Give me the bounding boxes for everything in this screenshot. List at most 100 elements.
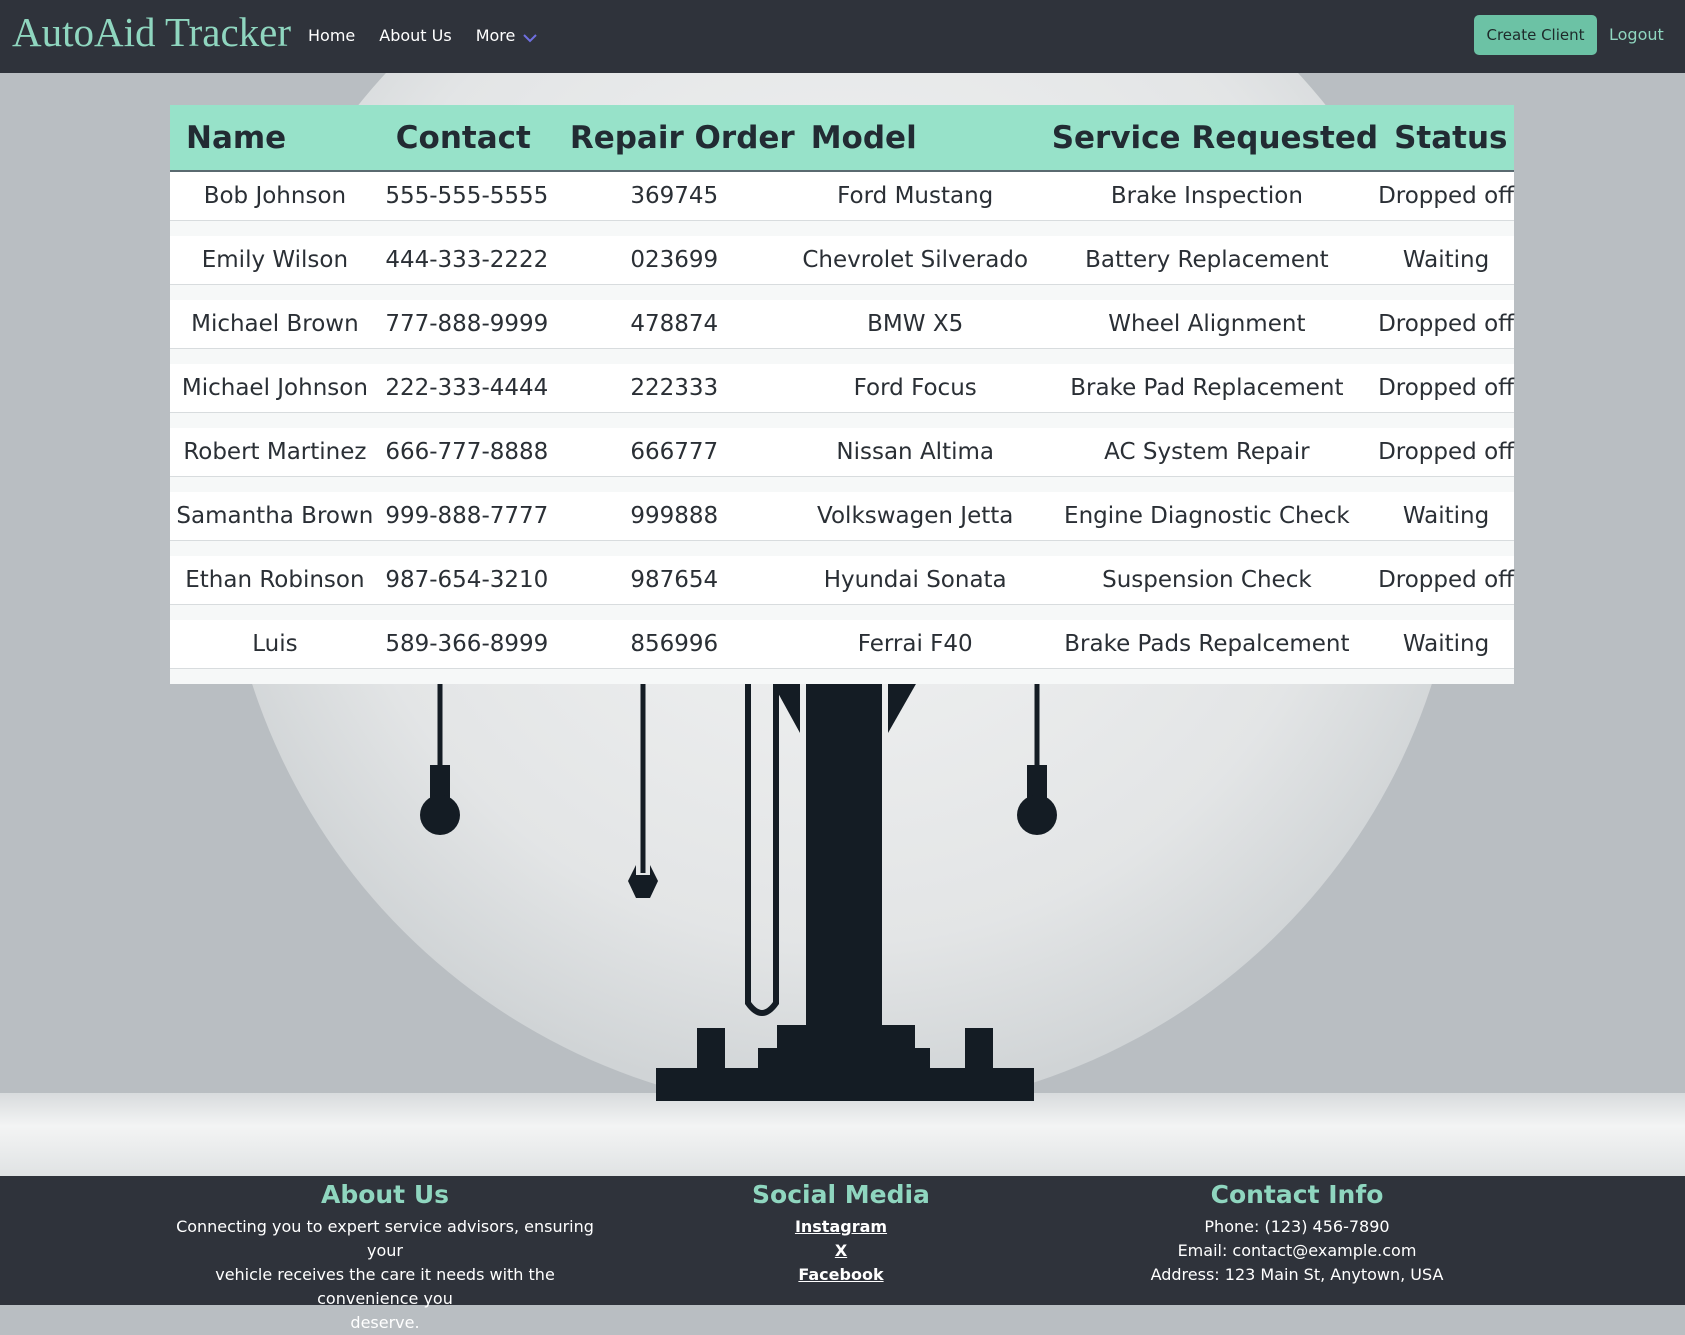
- footer: About Us Connecting you to expert servic…: [0, 1176, 1685, 1332]
- cell-model: Nissan Altima: [794, 428, 1036, 477]
- cell-model: Volkswagen Jetta: [794, 492, 1036, 541]
- row-spacer: [170, 604, 1514, 620]
- clients-table: Name Contact Repair Order Model Service …: [170, 105, 1514, 684]
- nav-links: Home About Us More: [308, 24, 561, 47]
- facebook-link[interactable]: Facebook: [700, 1263, 982, 1287]
- cell-service-requested: Brake Inspection: [1035, 171, 1379, 221]
- col-header-name: Name: [170, 105, 380, 172]
- cell-service-requested: Wheel Alignment: [1035, 300, 1379, 349]
- cell-repair-order: 987654: [553, 556, 795, 605]
- row-spacer: [170, 412, 1514, 428]
- cell-contact: 777-888-9999: [379, 300, 554, 349]
- table-row: Bob Johnson 555-555-5555 369745 Ford Mustan…: [170, 171, 1514, 221]
- cell-name: Emily Wilson: [170, 236, 380, 285]
- row-spacer: [170, 668, 1514, 684]
- contact-phone: Phone: (123) 456-7890: [1204, 1217, 1390, 1236]
- col-header-contact: Contact: [379, 105, 554, 172]
- row-spacer-cell: [170, 220, 1514, 236]
- cell-repair-order: 369745: [553, 171, 795, 221]
- cell-status: Dropped off: [1378, 300, 1514, 349]
- footer-about-text-line: deserve.: [350, 1313, 420, 1332]
- cell-name: Michael Johnson: [170, 364, 380, 413]
- footer-about-section: About Us Connecting you to expert servic…: [170, 1176, 600, 1335]
- row-spacer: [170, 348, 1514, 364]
- cell-name: Bob Johnson: [170, 171, 380, 221]
- row-spacer: [170, 540, 1514, 556]
- cell-contact: 589-366-8999: [379, 620, 554, 669]
- nav-more-dropdown[interactable]: More: [476, 24, 538, 47]
- row-spacer-cell: [170, 348, 1514, 364]
- cell-service-requested: Brake Pad Replacement: [1035, 364, 1379, 413]
- cell-model: Ferrai F40: [794, 620, 1036, 669]
- table-row: Emily Wilson 444-333-2222 023699 Chevrolet …: [170, 236, 1514, 285]
- row-spacer-cell: [170, 412, 1514, 428]
- cell-name: Ethan Robinson: [170, 556, 380, 605]
- instagram-link[interactable]: Instagram: [700, 1215, 982, 1239]
- col-header-repair-order: Repair Order: [553, 105, 795, 172]
- cell-service-requested: Battery Replacement: [1035, 236, 1379, 285]
- cell-name: Luis: [170, 620, 380, 669]
- clients-table-container: Name Contact Repair Order Model Service …: [170, 105, 1514, 684]
- footer-social-section: Social Media Instagram X Facebook: [700, 1176, 982, 1287]
- cell-repair-order: 856996: [553, 620, 795, 669]
- row-spacer-cell: [170, 604, 1514, 620]
- cell-service-requested: Brake Pads Repalcement: [1035, 620, 1379, 669]
- row-spacer: [170, 476, 1514, 492]
- cell-contact: 222-333-4444: [379, 364, 554, 413]
- cell-contact: 555-555-5555: [379, 171, 554, 221]
- row-spacer: [170, 220, 1514, 236]
- nav-more-label: More: [475, 26, 516, 45]
- contact-email: Email: contact@example.com: [1177, 1241, 1417, 1260]
- table-row: Luis 589-366-8999 856996 Ferrai F40 Brake Pa…: [170, 620, 1514, 669]
- cell-model: Hyundai Sonata: [794, 556, 1036, 605]
- cell-model: Ford Mustang: [794, 171, 1036, 221]
- table-header-row: Name Contact Repair Order Model Service …: [170, 105, 1514, 172]
- cell-name: Robert Martinez: [170, 428, 380, 477]
- table-row: Michael Brown 777-888-9999 478874 BMW X5 Whe…: [170, 300, 1514, 349]
- cell-repair-order: 478874: [553, 300, 795, 349]
- contact-address: Address: 123 Main St, Anytown, USA: [1150, 1265, 1444, 1284]
- cell-contact: 444-333-2222: [379, 236, 554, 285]
- cell-model: Chevrolet Silverado: [794, 236, 1036, 285]
- table-row: Robert Martinez 666-777-8888 666777 Nissan …: [170, 428, 1514, 477]
- nav-about-link[interactable]: About Us: [379, 24, 451, 47]
- cell-service-requested: Suspension Check: [1035, 556, 1379, 605]
- row-spacer: [170, 284, 1514, 300]
- table-row: Samantha Brown 999-888-7777 999888 Volkswag…: [170, 492, 1514, 541]
- logout-link[interactable]: Logout: [1609, 25, 1664, 44]
- navbar: AutoAid Tracker Home About Us More Creat…: [0, 0, 1685, 73]
- cell-status: Waiting: [1378, 620, 1514, 669]
- cell-model: BMW X5: [794, 300, 1036, 349]
- footer-about-text-line: Connecting you to expert service advisor…: [176, 1217, 594, 1260]
- chevron-down-icon: [523, 28, 538, 47]
- cell-model: Ford Focus: [794, 364, 1036, 413]
- cell-service-requested: AC System Repair: [1035, 428, 1379, 477]
- create-client-button[interactable]: Create Client: [1474, 15, 1597, 55]
- cell-status: Dropped off: [1378, 428, 1514, 477]
- cell-repair-order: 222333: [553, 364, 795, 413]
- footer-contact-title: Contact Info: [1210, 1180, 1384, 1209]
- cell-status: Dropped off: [1378, 171, 1514, 221]
- table-row: Michael Johnson 222-333-4444 222333 Ford Fo…: [170, 364, 1514, 413]
- x-link[interactable]: X: [700, 1239, 982, 1263]
- brand-logo[interactable]: AutoAid Tracker: [12, 8, 291, 56]
- row-spacer-cell: [170, 476, 1514, 492]
- table-row: Ethan Robinson 987-654-3210 987654 Hyundai …: [170, 556, 1514, 605]
- cell-contact: 666-777-8888: [379, 428, 554, 477]
- row-spacer-cell: [170, 540, 1514, 556]
- nav-home-link[interactable]: Home: [308, 24, 355, 47]
- footer-about-text-line: vehicle receives the care it needs with …: [215, 1265, 555, 1308]
- cell-service-requested: Engine Diagnostic Check: [1035, 492, 1379, 541]
- cell-repair-order: 666777: [553, 428, 795, 477]
- cell-name: Michael Brown: [170, 300, 380, 349]
- footer-about-title: About Us: [320, 1180, 450, 1209]
- row-spacer-cell: [170, 668, 1514, 684]
- cell-repair-order: 023699: [553, 236, 795, 285]
- cell-contact: 999-888-7777: [379, 492, 554, 541]
- cell-status: Waiting: [1378, 236, 1514, 285]
- cell-status: Dropped off: [1378, 556, 1514, 605]
- footer-social-title: Social Media: [752, 1180, 930, 1209]
- col-header-status: Status: [1378, 105, 1514, 172]
- footer-contact-section: Contact Info Phone: (123) 456-7890 Email…: [1107, 1176, 1487, 1287]
- col-header-model: Model: [794, 105, 1036, 172]
